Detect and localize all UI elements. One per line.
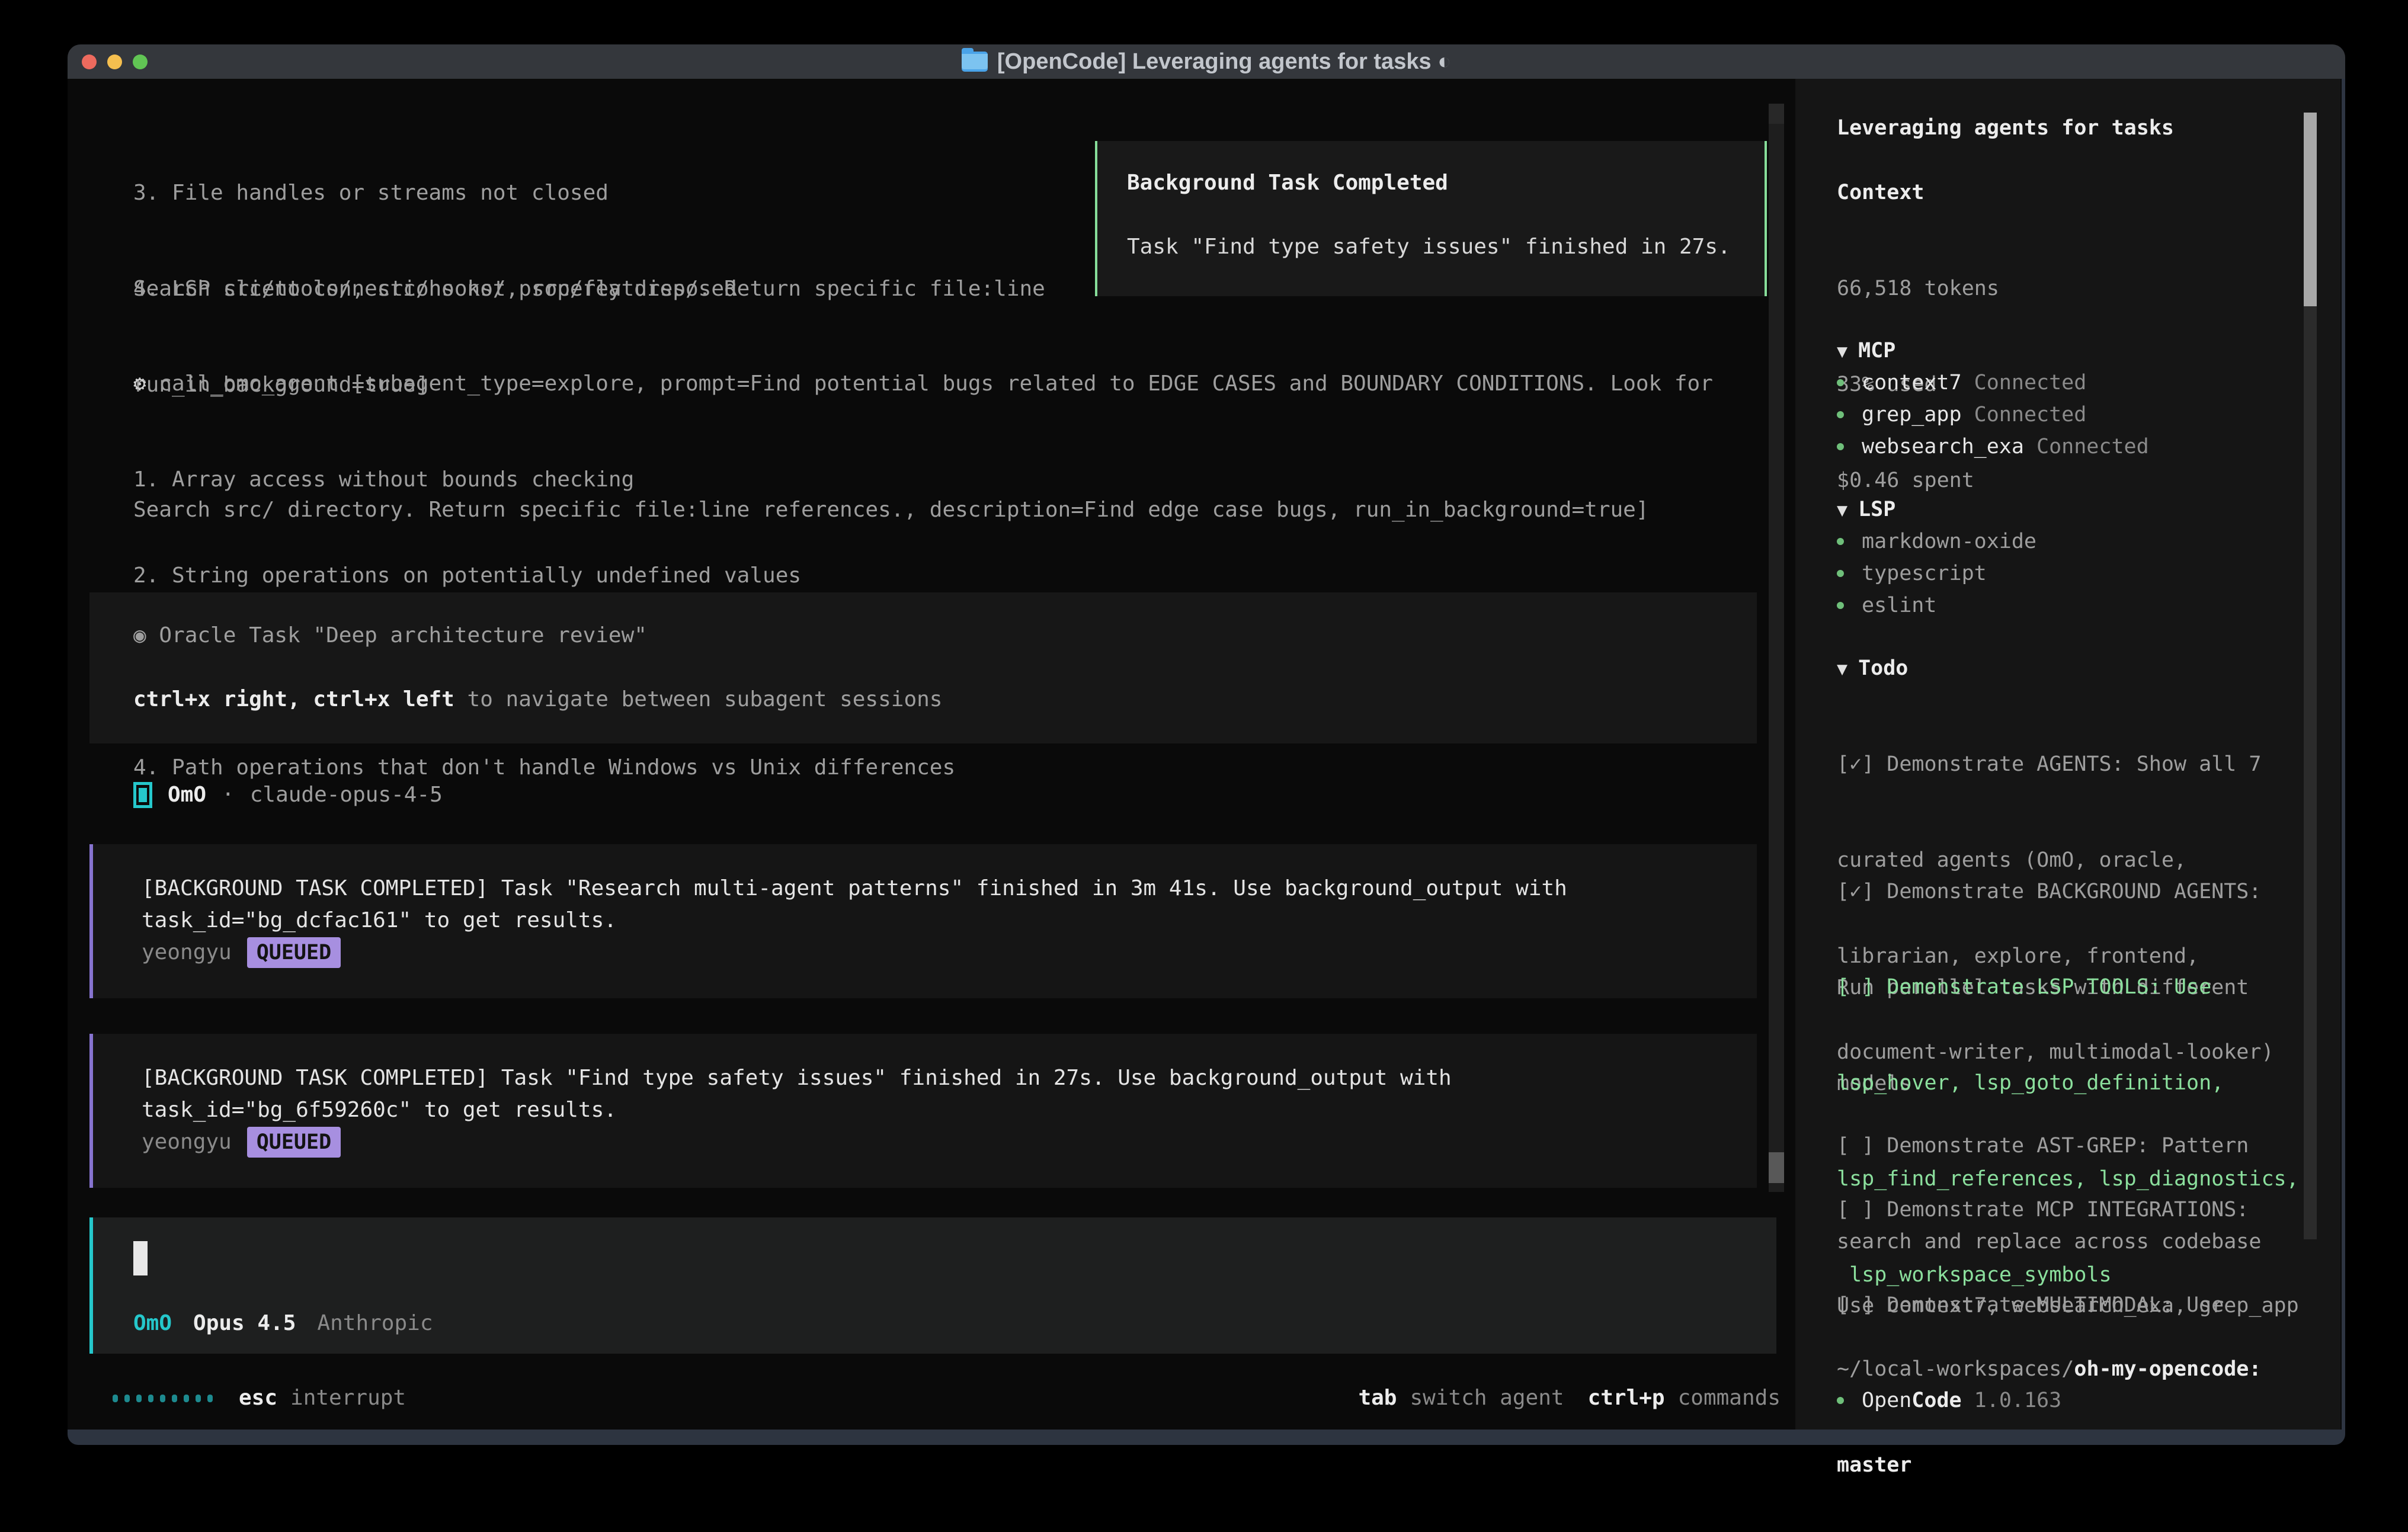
lsp-item: eslint xyxy=(1837,589,2036,621)
status-dot-icon xyxy=(1837,538,1844,545)
folder-icon xyxy=(962,52,988,72)
toast-title: Background Task Completed xyxy=(1127,167,1735,199)
mcp-item: grep_app Connected xyxy=(1837,399,2149,431)
status-dot-icon xyxy=(1837,1397,1844,1404)
traffic-lights xyxy=(82,55,148,69)
session-sidebar: Leveraging agents for tasks Context 66,5… xyxy=(1795,79,2340,1430)
agent-model: claude-opus-4-5 xyxy=(250,779,443,811)
toast-body: Task "Find type safety issues" finished … xyxy=(1127,231,1735,263)
task-message-line: task_id="bg_dcfac161" to get results. xyxy=(142,905,1713,937)
maximize-window-button[interactable] xyxy=(133,55,148,69)
context-tokens: 66,518 tokens xyxy=(1837,273,1999,305)
search-directory-line: Search src/ directory. Return specific f… xyxy=(133,494,1649,526)
esc-key-hint: esc xyxy=(239,1382,277,1414)
lsp-section-header[interactable]: ▼LSP xyxy=(1837,493,1895,527)
status-dot-icon xyxy=(1837,602,1844,609)
minimize-window-button[interactable] xyxy=(107,55,122,69)
ctrlp-key-hint: ctrl+p xyxy=(1588,1382,1665,1414)
task-message-line: [BACKGROUND TASK COMPLETED] Task "Resear… xyxy=(142,873,1713,905)
close-window-button[interactable] xyxy=(82,55,97,69)
status-bar: esc interrupt tab switch agent ctrl+p co… xyxy=(113,1382,1781,1414)
status-dot-icon xyxy=(1837,570,1844,577)
task-message-line: task_id="bg_6f59260c" to get results. xyxy=(142,1094,1713,1126)
app-name: Open xyxy=(1862,1384,1911,1416)
lsp-list: markdown-oxide typescript eslint xyxy=(1837,525,2036,621)
output-line: 1. Array access without bounds checking xyxy=(133,464,1713,496)
omo-agent-icon xyxy=(133,782,152,808)
tab-key-label: switch agent xyxy=(1410,1382,1564,1414)
main-scrollbar-track[interactable] xyxy=(1769,104,1784,1192)
tab-key-hint: tab xyxy=(1358,1382,1397,1414)
main-scrollbar-thumb[interactable] xyxy=(1769,1152,1784,1183)
tool-call-line: ⚙ call_omo_agent [subagent_type=explore,… xyxy=(133,368,1713,400)
mcp-list: context7 Connected grep_app Connected we… xyxy=(1837,367,2149,463)
task-user: yeongyu xyxy=(142,937,232,969)
output-line: Search src/tools/, src/hooks/, src/featu… xyxy=(133,273,1045,305)
keybinding: ctrl+x right, ctrl+x left xyxy=(133,687,454,711)
active-model-label: Opus 4.5 xyxy=(193,1307,296,1339)
git-branch: master xyxy=(1837,1449,2261,1481)
status-badge: QUEUED xyxy=(247,937,341,968)
text-cursor xyxy=(133,1241,148,1275)
gear-icon: ⚙ xyxy=(133,371,146,396)
task-user: yeongyu xyxy=(142,1126,232,1158)
mcp-section-header[interactable]: ▼MCP xyxy=(1837,335,1895,368)
window-title: [OpenCode] Leveraging agents for tasks ◐ xyxy=(997,49,1451,75)
main-scrollbar-top-segment xyxy=(1769,104,1784,124)
window-bottom-edge xyxy=(68,1430,2345,1445)
separator-dot: · xyxy=(222,779,235,811)
version-row: OpenCode 1.0.163 xyxy=(1837,1384,2061,1416)
oracle-task-line: ◉ Oracle Task "Deep architecture review" xyxy=(133,620,1713,652)
todo-section-header[interactable]: ▼Todo xyxy=(1837,652,1908,685)
context-spent: $0.46 spent xyxy=(1837,464,1999,496)
mcp-item: context7 Connected xyxy=(1837,367,2149,399)
working-spinner-dots xyxy=(113,1395,213,1402)
agent-name: OmO xyxy=(168,779,206,811)
collapse-triangle-icon: ▼ xyxy=(1837,500,1847,521)
session-title: Leveraging agents for tasks xyxy=(1837,112,2174,144)
output-line: 3. File handles or streams not closed xyxy=(133,177,737,209)
lsp-item: markdown-oxide xyxy=(1837,525,2036,557)
status-dot-icon xyxy=(1837,379,1844,386)
background-task-message: [BACKGROUND TASK COMPLETED] Task "Resear… xyxy=(89,844,1757,998)
sidebar-scrollbar-thumb[interactable] xyxy=(2304,113,2317,306)
lsp-item: typescript xyxy=(1837,557,2036,589)
oracle-task-panel: ◉ Oracle Task "Deep architecture review"… xyxy=(89,592,1757,743)
ctrlp-key-label: commands xyxy=(1678,1382,1781,1414)
output-line: 2. String operations on potentially unde… xyxy=(133,560,1713,592)
task-message-line: [BACKGROUND TASK COMPLETED] Task "Find t… xyxy=(142,1062,1713,1094)
agent-header: OmO · claude-opus-4-5 xyxy=(133,779,443,811)
subagent-nav-hint: ctrl+x right, ctrl+x left to navigate be… xyxy=(133,684,1713,716)
status-dot-icon xyxy=(1837,411,1844,418)
active-agent-label: OmO xyxy=(133,1307,172,1339)
background-task-toast: Background Task Completed Task "Find typ… xyxy=(1095,141,1767,296)
window-titlebar[interactable]: [OpenCode] Leveraging agents for tasks ◐ xyxy=(68,44,2345,79)
sidebar-scrollbar-track[interactable] xyxy=(2304,113,2317,1239)
app-version: 1.0.163 xyxy=(1974,1384,2062,1416)
status-dot-icon xyxy=(1837,443,1844,450)
background-task-message: [BACKGROUND TASK COMPLETED] Task "Find t… xyxy=(89,1034,1757,1188)
prompt-input[interactable]: OmO Opus 4.5 Anthropic xyxy=(89,1217,1776,1354)
context-heading: Context xyxy=(1837,177,1925,209)
esc-key-label: interrupt xyxy=(290,1382,406,1414)
collapse-triangle-icon: ▼ xyxy=(1837,341,1847,362)
status-badge: QUEUED xyxy=(247,1127,341,1158)
provider-label: Anthropic xyxy=(317,1307,433,1339)
collapse-triangle-icon: ▼ xyxy=(1837,659,1847,680)
mcp-item: websearch_exa Connected xyxy=(1837,431,2149,463)
